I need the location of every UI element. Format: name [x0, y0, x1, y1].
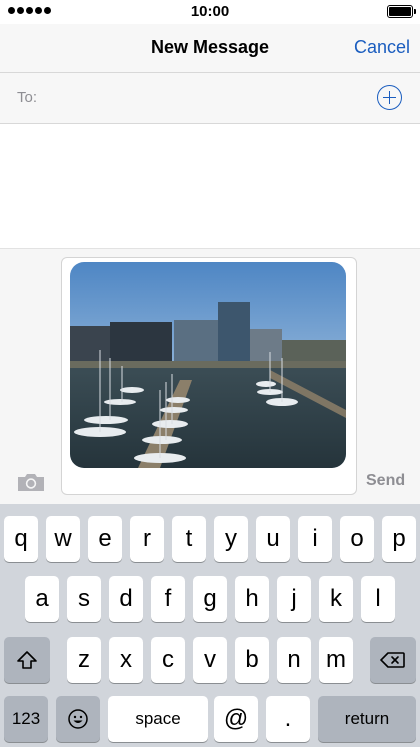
- numbers-key[interactable]: 123: [4, 696, 48, 742]
- status-time: 10:00: [190, 3, 230, 20]
- key-v[interactable]: v: [193, 637, 227, 683]
- key-p[interactable]: p: [382, 516, 416, 562]
- cancel-button[interactable]: Cancel: [354, 37, 410, 58]
- space-key[interactable]: space: [108, 696, 208, 742]
- recipient-label: To:: [17, 89, 38, 106]
- battery-icon: [387, 5, 416, 18]
- key-b[interactable]: b: [235, 637, 269, 683]
- at-key[interactable]: @: [214, 696, 258, 742]
- period-key[interactable]: .: [266, 696, 310, 742]
- camera-icon[interactable]: [16, 472, 46, 492]
- key-q[interactable]: q: [4, 516, 38, 562]
- recipient-field[interactable]: To:: [0, 73, 420, 124]
- key-j[interactable]: j: [277, 576, 311, 622]
- key-k[interactable]: k: [319, 576, 353, 622]
- key-s[interactable]: s: [67, 576, 101, 622]
- key-c[interactable]: c: [151, 637, 185, 683]
- key-w[interactable]: w: [46, 516, 80, 562]
- key-e[interactable]: e: [88, 516, 122, 562]
- key-a[interactable]: a: [25, 576, 59, 622]
- key-t[interactable]: t: [172, 516, 206, 562]
- key-n[interactable]: n: [277, 637, 311, 683]
- return-key[interactable]: return: [318, 696, 416, 742]
- delete-icon: [380, 652, 405, 668]
- key-u[interactable]: u: [256, 516, 290, 562]
- key-f[interactable]: f: [151, 576, 185, 622]
- key-d[interactable]: d: [109, 576, 143, 622]
- send-button[interactable]: Send: [366, 472, 405, 490]
- emoji-icon: [68, 709, 88, 729]
- emoji-key[interactable]: [56, 696, 100, 742]
- key-r[interactable]: r: [130, 516, 164, 562]
- add-contact-icon[interactable]: [377, 85, 402, 110]
- message-thread: [0, 124, 420, 249]
- status-bar: 10:00: [0, 0, 420, 24]
- delete-key[interactable]: [370, 637, 416, 683]
- key-z[interactable]: z: [67, 637, 101, 683]
- navigation-bar: New Message Cancel: [0, 24, 420, 73]
- key-l[interactable]: l: [361, 576, 395, 622]
- attached-photo[interactable]: [70, 262, 346, 468]
- key-i[interactable]: i: [298, 516, 332, 562]
- shift-key[interactable]: [4, 637, 50, 683]
- key-m[interactable]: m: [319, 637, 353, 683]
- shift-icon: [17, 651, 37, 669]
- key-y[interactable]: y: [214, 516, 248, 562]
- keyboard: q w e r t y u i o p a s d f g h j k l z …: [0, 504, 420, 747]
- key-x[interactable]: x: [109, 637, 143, 683]
- key-h[interactable]: h: [235, 576, 269, 622]
- key-g[interactable]: g: [193, 576, 227, 622]
- key-o[interactable]: o: [340, 516, 374, 562]
